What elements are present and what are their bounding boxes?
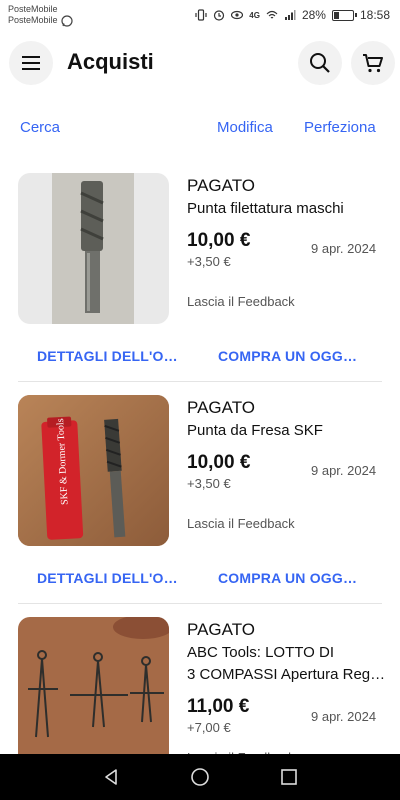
- buy-similar-button[interactable]: COMPRA UN OGGETTO SIMILE: [218, 348, 366, 364]
- order-price: 10,00 €: [187, 230, 251, 251]
- order-details-button[interactable]: DETTAGLI DELL'ORDINE: [37, 348, 182, 364]
- order-shipping: +3,50 €: [187, 476, 231, 491]
- order-date: 9 apr. 2024: [311, 709, 377, 724]
- order-shipping: +7,00 €: [187, 720, 231, 735]
- system-nav-bar: [0, 754, 400, 800]
- whatsapp-icon: [60, 14, 73, 27]
- order-title-line-2: 3 COMPASSI Apertura Regolabile: [187, 666, 387, 683]
- signal-icon: [284, 10, 296, 20]
- order-price: 11,00 €: [187, 696, 250, 717]
- divider: [18, 381, 382, 382]
- order-status: PAGATO: [187, 398, 256, 417]
- carrier-label-1: PosteMobile: [8, 3, 58, 14]
- tap-drill-bit-image: [18, 173, 169, 324]
- battery-icon: [331, 9, 357, 21]
- cart-icon: [363, 54, 383, 73]
- app-header: Acquisti: [0, 40, 400, 86]
- divider: [18, 603, 382, 604]
- search-icon: [310, 53, 330, 73]
- back-icon[interactable]: [102, 768, 120, 786]
- alarm-icon: [214, 10, 225, 21]
- order-title[interactable]: Punta filettatura maschi: [187, 198, 387, 220]
- carrier-info: PosteMobile PosteMobile: [8, 4, 73, 27]
- order-card: SKF & Dormer Tools PAGATO Punta da Fresa…: [0, 395, 400, 617]
- recents-icon[interactable]: [280, 768, 298, 786]
- status-bar: PosteMobile PosteMobile 4G 28% 18:58: [0, 0, 400, 30]
- clock: 18:58: [359, 8, 390, 22]
- order-thumbnail[interactable]: [18, 617, 169, 757]
- page-title: Acquisti: [67, 49, 154, 74]
- order-card: PAGATO Punta filettatura maschi 10,00 € …: [0, 173, 400, 395]
- order-status: PAGATO: [187, 620, 256, 639]
- order-thumbnail[interactable]: [18, 173, 169, 324]
- refine-link[interactable]: Perfeziona: [304, 119, 376, 136]
- edit-link[interactable]: Modifica: [217, 119, 273, 136]
- menu-button[interactable]: [9, 41, 53, 85]
- order-status: PAGATO: [187, 176, 256, 195]
- cart-button[interactable]: [351, 41, 395, 85]
- search-link[interactable]: Cerca: [20, 119, 60, 136]
- network-type: 4G: [249, 10, 260, 20]
- milling-bit-image: SKF & Dormer Tools: [18, 395, 169, 546]
- order-date: 9 apr. 2024: [311, 463, 377, 478]
- eye-icon: [231, 10, 244, 20]
- actions-row: Cerca Modifica Perfeziona: [0, 119, 400, 141]
- order-price: 10,00 €: [187, 452, 251, 473]
- battery-percent: 28%: [301, 8, 326, 22]
- search-button[interactable]: [298, 41, 342, 85]
- order-shipping: +3,50 €: [187, 254, 231, 269]
- order-title-line-1: ABC Tools: LOTTO DI: [187, 644, 334, 661]
- order-date: 9 apr. 2024: [311, 241, 377, 256]
- buy-similar-button[interactable]: COMPRA UN OGGETTO SIMILE: [218, 570, 366, 586]
- leave-feedback-link[interactable]: Lascia il Feedback: [187, 516, 295, 531]
- order-details-button[interactable]: DETTAGLI DELL'ORDINE: [37, 570, 182, 586]
- home-icon[interactable]: [190, 767, 210, 787]
- hamburger-icon: [22, 56, 40, 70]
- vibrate-icon: [195, 9, 207, 21]
- wifi-icon: [266, 10, 278, 19]
- carrier-label-2: PosteMobile: [8, 15, 58, 25]
- order-thumbnail[interactable]: SKF & Dormer Tools: [18, 395, 169, 546]
- leave-feedback-link[interactable]: Lascia il Feedback: [187, 294, 295, 309]
- compasses-image: [18, 617, 169, 757]
- order-title[interactable]: Punta da Fresa SKF: [187, 420, 387, 442]
- order-title[interactable]: ABC Tools: LOTTO DI 3 COMPASSI Apertura …: [187, 642, 387, 686]
